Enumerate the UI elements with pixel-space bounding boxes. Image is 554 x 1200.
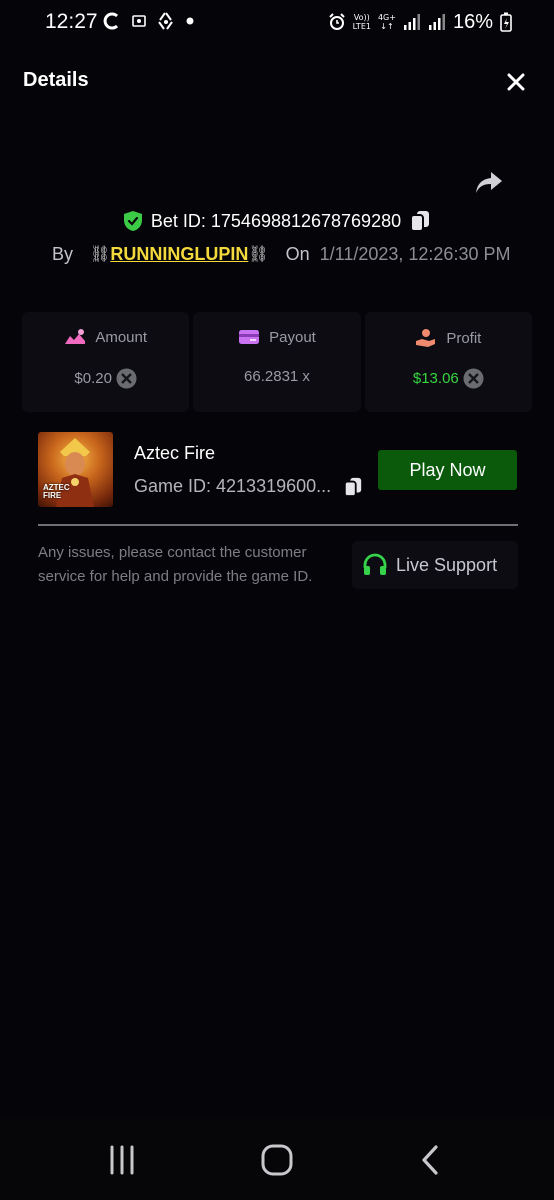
- by-label: By: [52, 243, 74, 264]
- on-label: On: [285, 243, 310, 264]
- network-gen-indicator: 4G+ ↓↑: [377, 13, 396, 31]
- bet-date: 1/11/2023, 12:26:30 PM: [319, 243, 511, 264]
- close-icon[interactable]: [502, 68, 530, 96]
- support-text: Any issues, please contact the customer …: [38, 544, 313, 585]
- headset-icon: [363, 553, 387, 575]
- thumbnail-title: AZTEC FIRE: [43, 483, 70, 500]
- copy-bet-id-icon[interactable]: [409, 209, 431, 233]
- game-row: AZTEC FIRE Aztec Fire Game ID: 421331960…: [38, 432, 518, 508]
- amount-value: $0.20: [74, 370, 112, 387]
- profit-value: $13.06: [412, 370, 459, 387]
- status-system-icons: Vo)) LTE1 4G+ ↓↑ 16%: [328, 10, 512, 34]
- payout-card: Payout 66.2831 x: [193, 312, 361, 412]
- chain-right-icon: ⛓: [248, 246, 269, 263]
- system-nav-bar: [0, 1116, 554, 1200]
- status-notification-icons: [102, 10, 194, 32]
- alarm-icon: [328, 13, 345, 30]
- bet-stats: Amount $0.20 Payout 66.2831 x Profit $13…: [22, 312, 532, 412]
- chain-left-icon: ⛓: [90, 246, 111, 263]
- payout-value: 66.2831 x: [244, 368, 310, 385]
- currency-icon: [463, 368, 484, 389]
- username-link[interactable]: RUNNINGLUPIN: [110, 244, 248, 265]
- game-name: Aztec Fire: [134, 443, 216, 463]
- amount-icon: [65, 329, 86, 344]
- status-bar: 12:27 Vo)) LTE1 4G+ ↓↑ 16%: [0, 0, 554, 44]
- verified-shield-icon: [123, 211, 142, 231]
- battery-icon: [500, 12, 512, 32]
- signal-strength-2-icon: [428, 14, 445, 30]
- live-support-button[interactable]: Live Support: [352, 541, 518, 589]
- live-support-label: Live Support: [396, 554, 498, 575]
- home-icon[interactable]: [259, 1142, 295, 1178]
- page-title: Details: [23, 69, 89, 91]
- game-id: Game ID: 4213319600...: [134, 476, 332, 496]
- status-time: 12:27: [45, 10, 98, 33]
- amount-card: Amount $0.20: [22, 312, 190, 412]
- copy-game-id-icon[interactable]: [343, 476, 363, 498]
- signal-strength-icon: [403, 14, 420, 30]
- amount-label: Amount: [95, 328, 148, 346]
- currency-icon: [116, 368, 137, 389]
- profit-hand-icon: [416, 329, 436, 347]
- profit-label: Profit: [446, 329, 482, 347]
- bet-meta-row: By ⛓ RUNNINGLUPIN ⛓ On 1/11/2023, 12:26:…: [52, 240, 510, 268]
- game-thumbnail[interactable]: AZTEC FIRE: [38, 432, 113, 507]
- header: Details: [0, 56, 554, 104]
- payout-card-icon: [239, 330, 260, 344]
- back-icon[interactable]: [414, 1142, 450, 1178]
- gallery-icon: [132, 15, 146, 27]
- payout-label: Payout: [269, 328, 316, 346]
- play-now-button[interactable]: Play Now: [378, 450, 517, 490]
- bet-id: Bet ID: 1754698812678769280: [150, 210, 402, 231]
- recycle-icon: [158, 12, 173, 30]
- profit-card: Profit $13.06: [364, 312, 532, 412]
- divider: [38, 524, 518, 526]
- volte-indicator: Vo)) LTE1: [352, 13, 371, 31]
- bet-id-row: Bet ID: 1754698812678769280: [0, 206, 554, 236]
- dot-icon: [186, 17, 194, 25]
- recent-apps-icon[interactable]: [104, 1142, 140, 1178]
- sync-icon: [103, 12, 119, 30]
- share-icon[interactable]: [474, 168, 504, 198]
- battery-percent: 16%: [452, 10, 493, 33]
